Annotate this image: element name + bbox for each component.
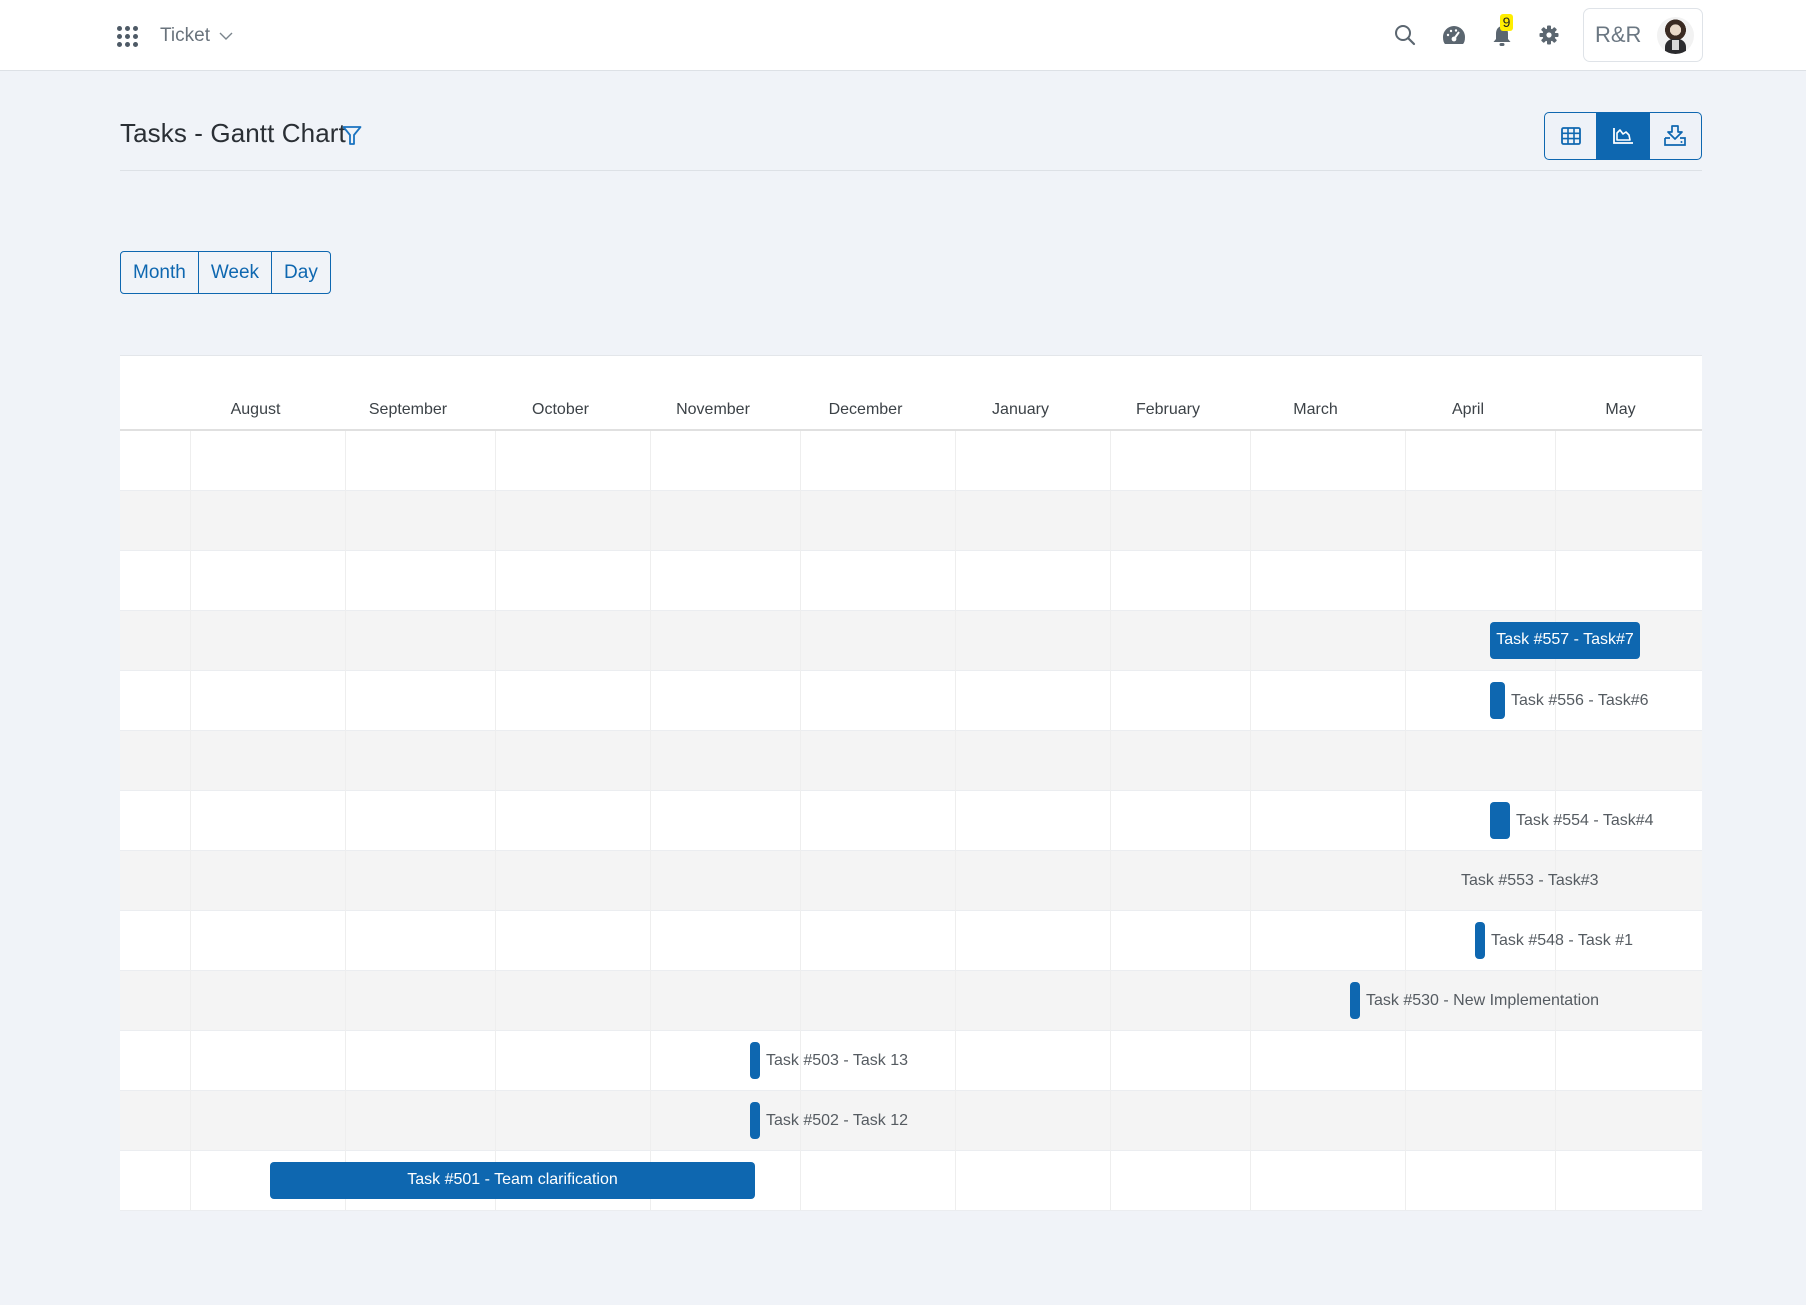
- month-label-april: April: [1451, 401, 1485, 418]
- task-label: Task #502 - Task 12: [766, 1111, 909, 1129]
- chevron-down-icon: [219, 32, 233, 40]
- task-bar[interactable]: [1490, 801, 1510, 839]
- month-label-august: August: [230, 401, 281, 418]
- module-switcher-dropdown[interactable]: Ticket: [160, 22, 233, 50]
- export-button[interactable]: [1648, 113, 1701, 159]
- task-bar[interactable]: [750, 1041, 760, 1079]
- gantt-timeline-header: August September October November December Ja…: [120, 356, 1702, 431]
- scale-day-button[interactable]: Day: [271, 252, 330, 293]
- gantt-row-empty: [120, 431, 1702, 491]
- month-gridline: [495, 431, 496, 1210]
- gantt-row: [120, 1031, 1702, 1091]
- chart-area-icon: [1613, 128, 1633, 144]
- top-navigation-bar: Ticket 9 R&R: [0, 0, 1806, 71]
- gear-icon: [1539, 25, 1559, 45]
- search-button[interactable]: [1392, 22, 1418, 48]
- month-label-september: September: [368, 401, 448, 418]
- apps-grid-icon[interactable]: [117, 26, 139, 48]
- month-label-november: November: [676, 401, 750, 418]
- gantt-body: [120, 431, 1702, 1211]
- task-bar[interactable]: Task #501 - Team clarification: [270, 1161, 755, 1199]
- month-gridline: [650, 431, 651, 1210]
- gantt-row: [120, 611, 1702, 671]
- month-label-october: October: [532, 401, 589, 418]
- gantt-row-empty: [120, 731, 1702, 791]
- month-label-december: December: [828, 401, 903, 418]
- task-label: Task #530 - New Implementation: [1366, 991, 1599, 1009]
- notification-count-badge: 9: [1500, 14, 1513, 31]
- scale-week-button[interactable]: Week: [197, 252, 271, 293]
- month-gridline: [800, 431, 801, 1210]
- month-label-february: February: [1135, 401, 1201, 418]
- gantt-view-button[interactable]: [1596, 113, 1649, 159]
- task-bar[interactable]: [1490, 681, 1505, 719]
- search-icon: [1395, 25, 1416, 46]
- user-menu-button[interactable]: R&R: [1583, 8, 1703, 62]
- gantt-row: [120, 911, 1702, 971]
- time-scale-selector: Month Week Day: [120, 251, 331, 294]
- gantt-chart: August September October November December Ja…: [120, 355, 1702, 1211]
- user-avatar: [1657, 17, 1694, 54]
- gantt-row-empty: [120, 491, 1702, 551]
- scale-month-button[interactable]: Month: [121, 252, 198, 293]
- task-bar-label: Task #557 - Task#7: [1496, 631, 1634, 648]
- gantt-row: [120, 791, 1702, 851]
- month-gridline: [955, 431, 956, 1210]
- task-bar[interactable]: [750, 1101, 760, 1139]
- table-view-button[interactable]: [1545, 113, 1596, 159]
- filter-icon[interactable]: [342, 125, 362, 147]
- month-gridline: [190, 431, 191, 1210]
- settings-button[interactable]: [1536, 22, 1562, 48]
- month-label-may: May: [1605, 401, 1636, 418]
- download-tray-icon: [1664, 125, 1687, 146]
- task-label: Task #503 - Task 13: [766, 1051, 909, 1069]
- view-switcher: [1544, 112, 1702, 160]
- task-label: Task #556 - Task#6: [1511, 691, 1649, 709]
- month-label-january: January: [992, 401, 1049, 418]
- task-bar[interactable]: [1475, 921, 1485, 959]
- task-bar[interactable]: Task #557 - Task#7: [1490, 621, 1640, 659]
- speedometer-icon: [1443, 26, 1465, 44]
- task-bar[interactable]: [1350, 981, 1360, 1019]
- dashboard-button[interactable]: [1441, 22, 1467, 48]
- gantt-row: [120, 671, 1702, 731]
- task-bar-label: Task #501 - Team clarification: [407, 1171, 618, 1188]
- task-label: Task #548 - Task #1: [1491, 931, 1634, 949]
- month-gridline: [1405, 431, 1406, 1210]
- month-label-march: March: [1293, 401, 1338, 418]
- task-label: Task #554 - Task#4: [1516, 811, 1654, 829]
- module-name: Ticket: [160, 25, 210, 46]
- gantt-row-empty: [120, 551, 1702, 611]
- table-icon: [1560, 127, 1581, 145]
- user-initials: R&R: [1595, 22, 1642, 47]
- month-gridline: [1110, 431, 1111, 1210]
- gantt-row: [120, 1091, 1702, 1151]
- month-gridline: [1250, 431, 1251, 1210]
- page-title: Tasks - Gantt Chart: [120, 118, 346, 148]
- month-gridline: [345, 431, 346, 1210]
- task-label[interactable]: Task #553 - Task#3: [1461, 862, 1599, 899]
- title-divider: [120, 170, 1702, 171]
